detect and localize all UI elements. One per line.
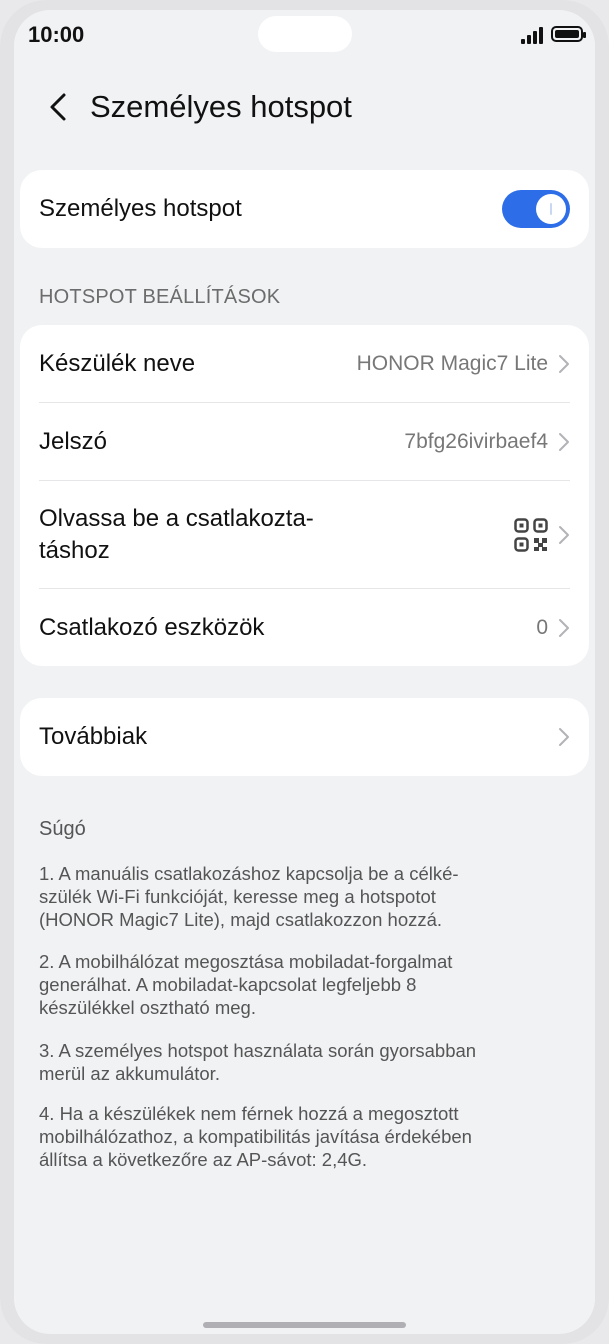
password-label: Jelszó [39, 428, 108, 455]
more-card: Továbbiak [20, 698, 589, 776]
chevron-right-icon [559, 525, 569, 544]
chevron-right-icon [559, 433, 569, 451]
camera-notch [258, 16, 352, 52]
battery-icon [551, 26, 586, 42]
app-header: Személyes hotspot [40, 82, 352, 132]
scan-to-connect-label: Olvassa be a csatlakozta- táshoz [39, 504, 314, 564]
more-label: Továbbiak [39, 723, 148, 750]
connected-devices-label: Csatlakozó eszközök [39, 613, 265, 641]
hotspot-toggle-switch[interactable] [502, 190, 570, 228]
password-value: 7bfg26ivirbaef4 [404, 430, 548, 453]
device-name-label: Készülék neve [39, 350, 196, 377]
page-title: Személyes hotspot [90, 89, 352, 124]
status-icons [521, 24, 586, 44]
connected-devices-row[interactable]: Csatlakozó eszközök 0 [39, 589, 570, 666]
toggle-knob [536, 194, 566, 224]
chevron-right-icon [559, 728, 569, 746]
back-button[interactable] [40, 82, 76, 132]
help-item-3: 3. A személyes hotspot használata során … [39, 1040, 477, 1084]
home-indicator[interactable] [203, 1322, 406, 1328]
signal-icon [521, 24, 543, 44]
password-row[interactable]: Jelszó 7bfg26ivirbaef4 [39, 403, 570, 481]
device-name-row[interactable]: Készülék neve HONOR Magic7 Lite [39, 325, 570, 403]
status-time: 10:00 [28, 22, 85, 47]
help-item-1: 1. A manuális csatlakozáshoz kapcsolja b… [39, 863, 459, 930]
qr-code-icon [514, 517, 548, 552]
hotspot-toggle-card: Személyes hotspot [20, 170, 589, 248]
hotspot-toggle-row: Személyes hotspot [39, 170, 570, 248]
section-header: HOTSPOT BEÁLLÍTÁSOK [39, 286, 281, 308]
scan-to-connect-row[interactable]: Olvassa be a csatlakozta- táshoz [39, 481, 570, 588]
more-row[interactable]: Továbbiak [39, 698, 570, 776]
chevron-right-icon [559, 355, 569, 373]
device-name-value: HONOR Magic7 Lite [356, 352, 548, 375]
hotspot-toggle-label: Személyes hotspot [39, 195, 242, 222]
chevron-right-icon [559, 618, 569, 637]
hotspot-settings-card: Készülék neve HONOR Magic7 Lite Jelszó 7… [20, 325, 589, 666]
connected-devices-count: 0 [536, 615, 548, 639]
chevron-left-icon [50, 93, 66, 121]
help-item-2: 2. A mobilhálózat megosztása mobiladat-f… [39, 951, 453, 1018]
help-item-4: 4. Ha a készülékek nem férnek hozzá a me… [39, 1103, 472, 1170]
help-title: Súgó [39, 818, 86, 840]
